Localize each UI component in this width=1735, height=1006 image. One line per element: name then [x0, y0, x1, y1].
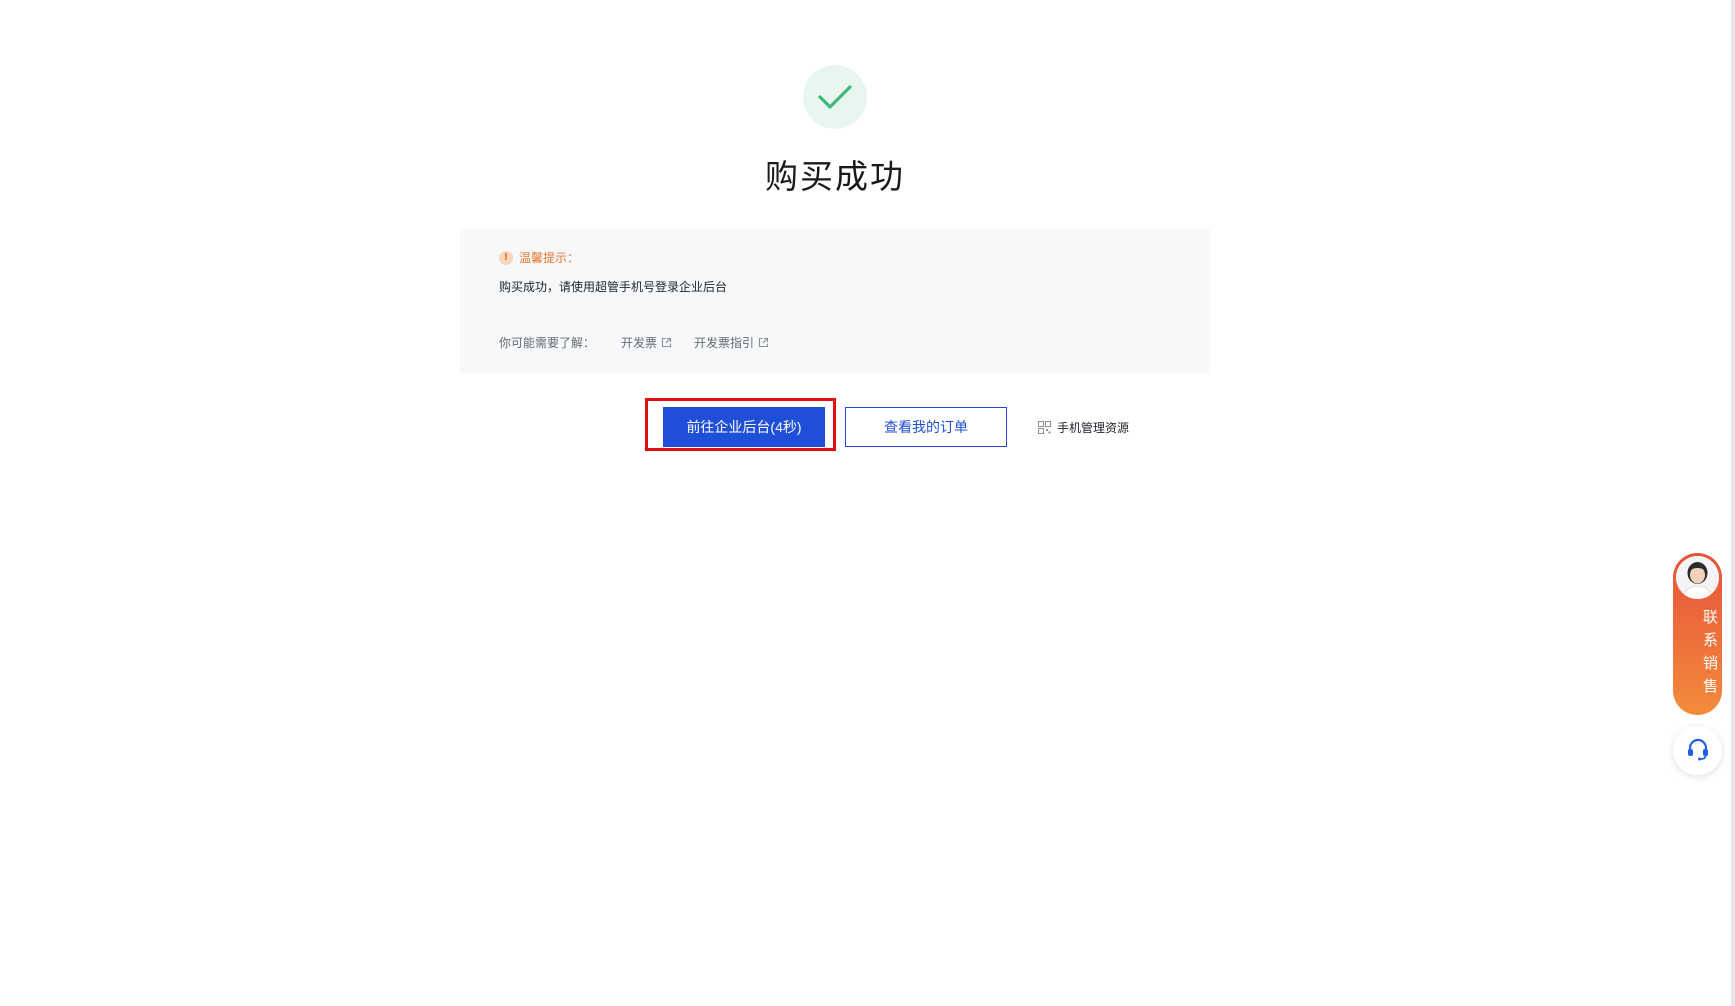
action-bar: 前往企业后台(4秒) 查看我的订单 手机管理资源: [0, 396, 1735, 456]
page-title: 购买成功: [765, 157, 905, 196]
headset-icon: [1685, 736, 1711, 766]
tips-message: 购买成功，请使用超管手机号登录企业后台: [499, 280, 728, 294]
contact-sales-label: 联系销售: [1701, 609, 1719, 701]
go-to-admin-button[interactable]: 前往企业后台(4秒): [663, 407, 825, 447]
customer-support-button[interactable]: [1673, 726, 1722, 775]
tips-header: ! 温馨提示：: [499, 249, 579, 266]
tips-label: 温馨提示：: [519, 251, 580, 265]
related-links: 你可能需要了解： 开发票 开发票指引: [499, 334, 791, 351]
mobile-manage-label: 手机管理资源: [1057, 420, 1130, 435]
scrollbar[interactable]: [1731, 0, 1735, 1006]
contact-sales-button[interactable]: 联系销售: [1673, 553, 1722, 715]
external-link-icon: [758, 337, 769, 348]
invoice-link[interactable]: 开发票: [621, 334, 672, 351]
related-links-prefix: 你可能需要了解：: [499, 336, 596, 350]
mobile-manage-button[interactable]: 手机管理资源: [1038, 407, 1129, 447]
tips-panel: ! 温馨提示： 购买成功，请使用超管手机号登录企业后台 你可能需要了解： 开发票…: [460, 229, 1210, 374]
invoice-link-label: 开发票: [621, 336, 658, 350]
invoice-guide-link[interactable]: 开发票指引: [694, 334, 769, 351]
purchase-success-page: 购买成功 ! 温馨提示： 购买成功，请使用超管手机号登录企业后台 你可能需要了解…: [0, 0, 1735, 1006]
invoice-guide-link-label: 开发票指引: [694, 336, 755, 350]
qr-code-icon: [1038, 420, 1051, 434]
check-icon: [803, 65, 867, 129]
view-orders-button[interactable]: 查看我的订单: [845, 407, 1007, 447]
warning-icon: !: [499, 250, 513, 265]
external-link-icon: [661, 337, 672, 348]
avatar: [1676, 556, 1719, 599]
